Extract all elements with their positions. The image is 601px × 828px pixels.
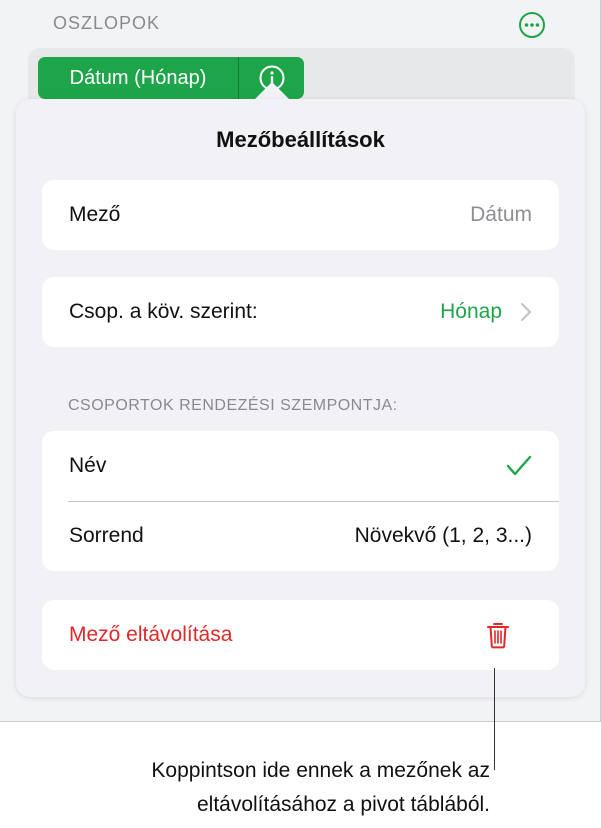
- sort-name-label: Név: [69, 454, 107, 477]
- field-row: Mező Dátum: [42, 180, 559, 250]
- remove-field-button[interactable]: Mező eltávolítása: [42, 600, 559, 670]
- chevron-right-icon: [520, 302, 532, 322]
- app-screen: OSZLOPOK Dátum (Hónap) Mezőbeállítások M…: [0, 0, 601, 722]
- callout-line: [494, 668, 495, 770]
- group-by-card: Csop. a köv. szerint: Hónap: [42, 277, 559, 347]
- columns-section-title: OSZLOPOK: [53, 13, 161, 33]
- remove-card: Mező eltávolítása: [42, 600, 559, 670]
- field-label: Mező: [69, 203, 121, 226]
- group-by-label: Csop. a köv. szerint:: [69, 300, 258, 323]
- popover-title: Mezőbeállítások: [216, 127, 385, 152]
- popover-arrow: [254, 82, 290, 100]
- field-chip-label: Dátum (Hónap): [38, 57, 239, 99]
- remove-field-label: Mező eltávolítása: [69, 623, 233, 646]
- sort-card: Név Sorrend Növekvő (1, 2, 3...): [42, 431, 559, 571]
- sort-order-value: Növekvő (1, 2, 3...): [354, 524, 532, 547]
- field-value: Dátum: [470, 203, 532, 226]
- more-options-button[interactable]: [518, 11, 546, 39]
- trash-icon[interactable]: [486, 621, 510, 649]
- callout-line-1: Koppintson ide ennek a mezőnek az: [151, 759, 490, 782]
- field-card: Mező Dátum: [42, 180, 559, 250]
- row-divider: [68, 501, 559, 502]
- sort-option-order[interactable]: Sorrend Növekvő (1, 2, 3...): [42, 501, 559, 571]
- sort-order-label: Sorrend: [69, 524, 144, 547]
- sort-groups-header: CSOPORTOK RENDEZÉSI SZEMPONTJA:: [68, 397, 398, 414]
- group-by-row[interactable]: Csop. a köv. szerint: Hónap: [42, 277, 559, 347]
- ellipsis-circle-icon: [519, 12, 545, 38]
- callout-line-2: eltávolításához a pivot táblából.: [196, 793, 490, 816]
- checkmark-icon: [506, 455, 532, 476]
- group-by-value: Hónap: [440, 300, 502, 323]
- callout-text: Koppintson ide ennek a mezőnek az eltávo…: [20, 754, 490, 822]
- sort-option-name[interactable]: Név: [42, 431, 559, 501]
- field-settings-popover: Mezőbeállítások Mező Dátum Csop. a köv. …: [16, 99, 585, 697]
